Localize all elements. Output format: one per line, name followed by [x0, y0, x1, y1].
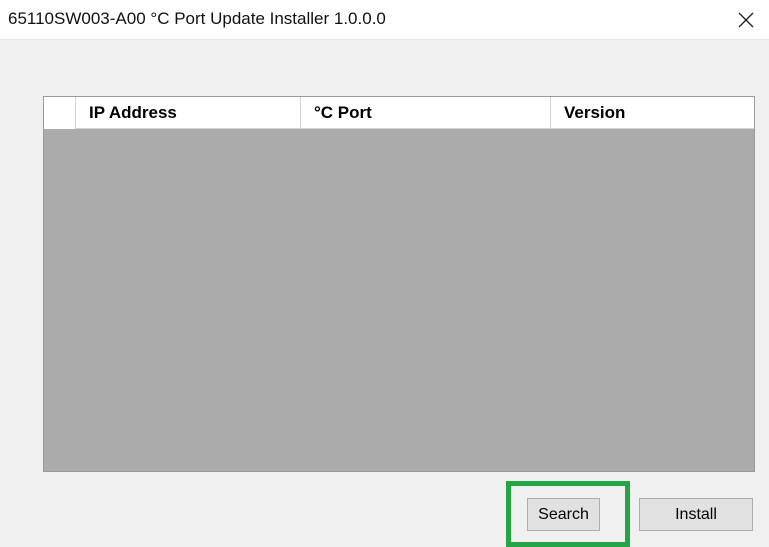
close-button[interactable] — [723, 0, 769, 40]
install-button[interactable]: Install — [639, 498, 753, 531]
close-icon — [738, 12, 754, 28]
column-header-c-port[interactable]: °C Port — [301, 97, 551, 129]
grid-header: IP Address °C Port Version — [44, 97, 754, 129]
column-header-ip-address[interactable]: IP Address — [76, 97, 301, 129]
search-highlight-box — [506, 481, 630, 547]
window-title: 65110SW003-A00 °C Port Update Installer … — [8, 9, 386, 28]
row-header-corner[interactable] — [44, 97, 76, 129]
device-grid[interactable]: IP Address °C Port Version — [43, 96, 755, 472]
column-header-version[interactable]: Version — [551, 97, 754, 129]
title-bar: 65110SW003-A00 °C Port Update Installer … — [0, 0, 769, 40]
